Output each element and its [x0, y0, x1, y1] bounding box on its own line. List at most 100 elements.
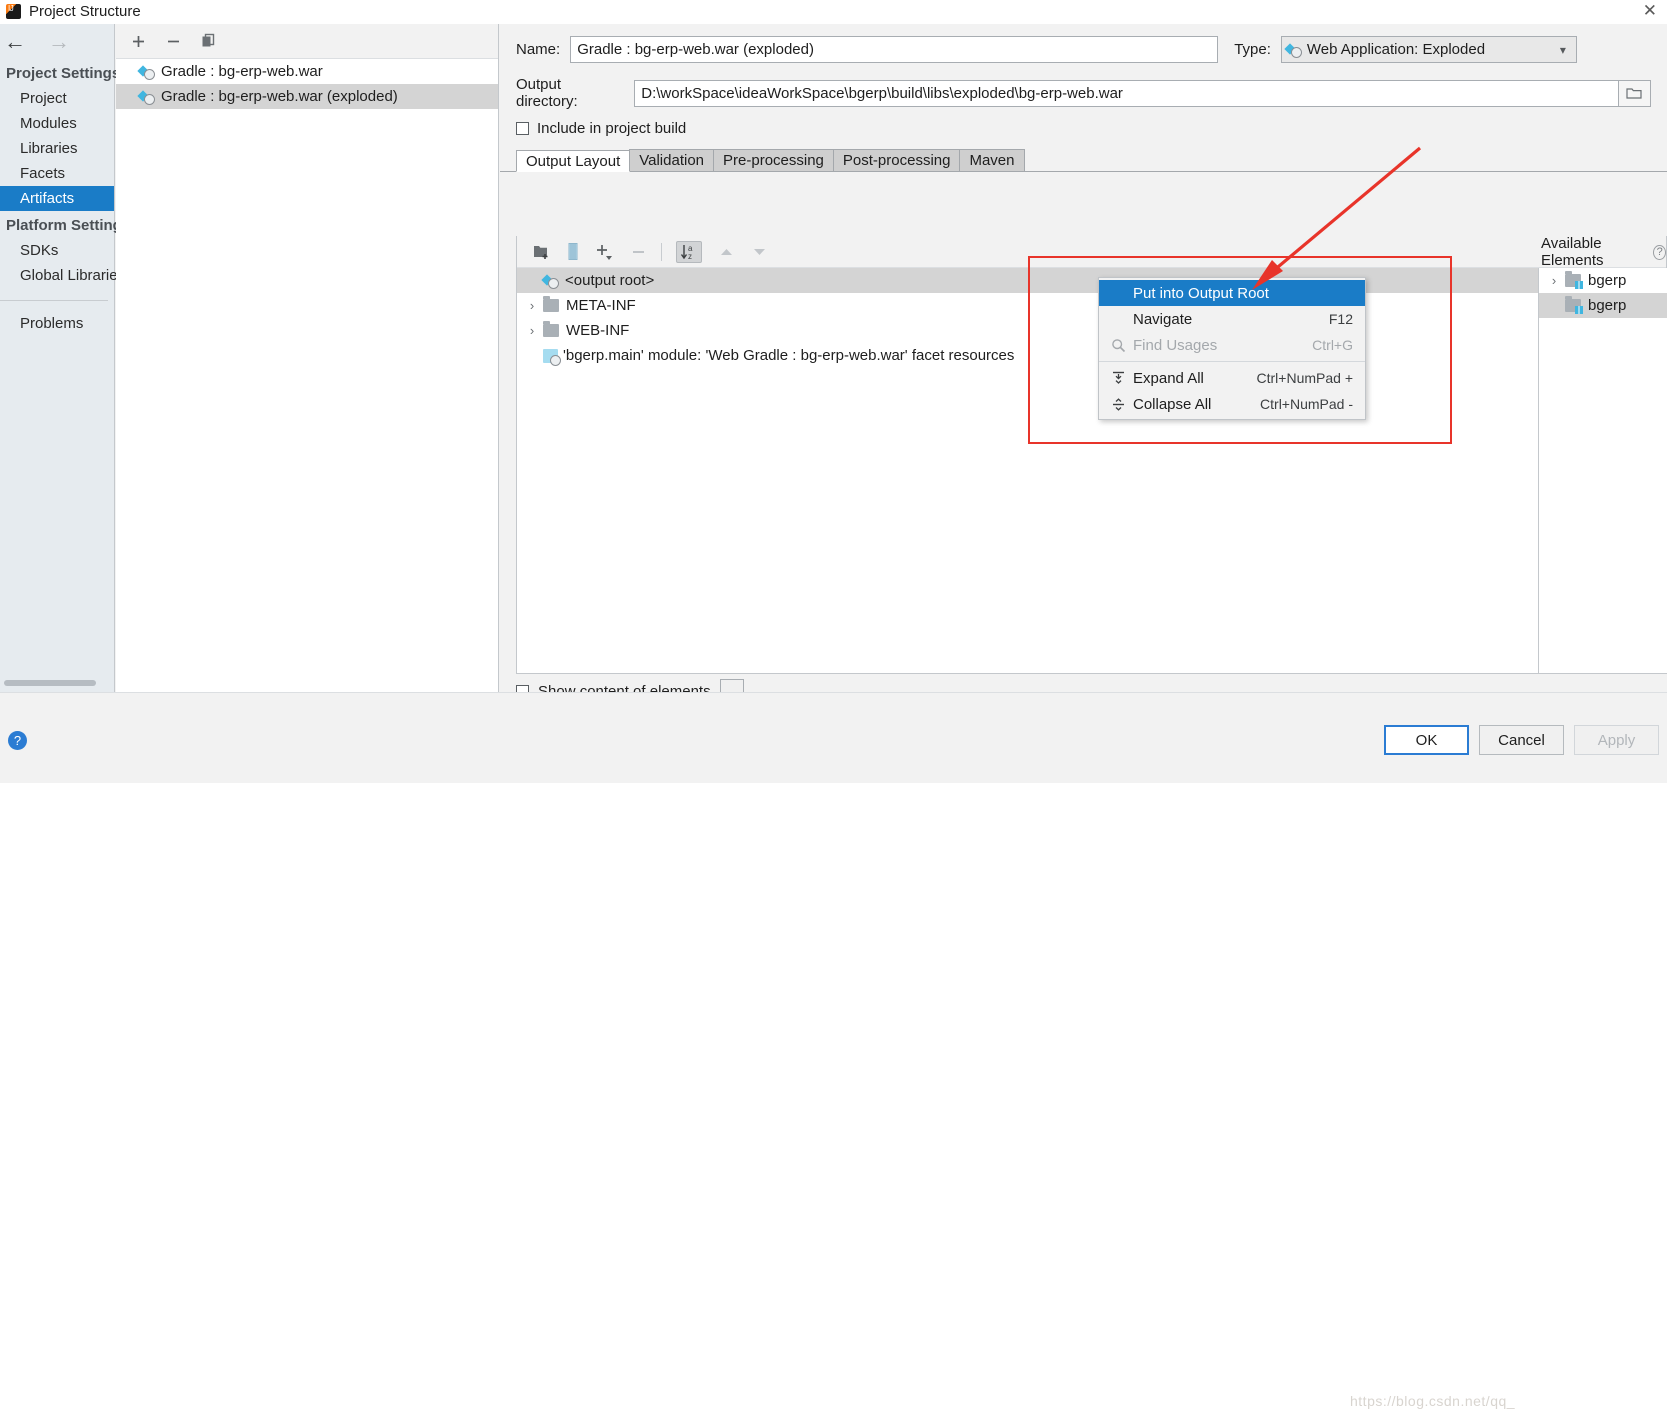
project-structure-dialog: ← → Project Settings Project Modules Lib…: [0, 24, 1667, 1409]
tab-post-processing[interactable]: Post-processing: [832, 149, 961, 171]
tree-row-label: <output root>: [565, 272, 655, 289]
tree-row-label: WEB-INF: [566, 322, 630, 339]
tree-row[interactable]: › bgerp: [1539, 268, 1667, 293]
toolbar-divider: [661, 242, 662, 261]
sidebar-item-problems[interactable]: Problems: [0, 311, 114, 336]
search-icon: [1107, 338, 1129, 353]
list-item[interactable]: Gradle : bg-erp-web.war (exploded): [116, 84, 498, 109]
sidebar-item-project[interactable]: Project: [0, 86, 114, 111]
apply-button[interactable]: Apply: [1574, 725, 1659, 755]
tree-row[interactable]: <output root>: [517, 268, 1538, 293]
menu-item-expand-all[interactable]: Expand All Ctrl+NumPad +: [1099, 365, 1365, 391]
sidebar-item-libraries[interactable]: Libraries: [0, 136, 114, 161]
tab-pre-processing[interactable]: Pre-processing: [713, 149, 834, 171]
tree-row-label: 'bgerp.main' module: 'Web Gradle : bg-er…: [563, 347, 1015, 364]
tree-row[interactable]: › WEB-INF: [517, 318, 1538, 343]
include-in-build-row[interactable]: Include in project build: [500, 120, 1667, 137]
list-item[interactable]: Gradle : bg-erp-web.war: [116, 59, 498, 84]
output-root-tree: <output root> › META-INF › WEB-INF 'bger…: [517, 268, 1539, 673]
watermark-text: https://blog.csdn.net/qq_: [1350, 1393, 1516, 1409]
expand-all-icon: [1107, 371, 1129, 386]
ok-button[interactable]: OK: [1384, 725, 1469, 755]
copy-artifact-button[interactable]: [200, 33, 217, 50]
window-title: Project Structure: [29, 3, 141, 20]
folder-browse-icon[interactable]: [1618, 79, 1651, 107]
plus-dropdown-icon[interactable]: [595, 242, 615, 261]
new-folder-icon[interactable]: [533, 244, 551, 260]
sidebar-group-platform-settings: Platform Settings: [6, 217, 131, 234]
chevron-down-icon: ▾: [1559, 42, 1566, 57]
available-elements-header: Available Elements ?: [1541, 235, 1666, 269]
minus-icon[interactable]: [631, 244, 647, 260]
chevron-right-icon[interactable]: ›: [521, 298, 543, 313]
close-icon[interactable]: ✕: [1643, 2, 1657, 20]
sidebar-divider: [0, 300, 108, 301]
sort-az-icon[interactable]: a z: [676, 240, 702, 263]
tree-row[interactable]: 'bgerp.main' module: 'Web Gradle : bg-er…: [517, 343, 1538, 368]
menu-item-label: Put into Output Root: [1133, 284, 1269, 302]
name-field-row: Name: Gradle : bg-erp-web.war (exploded)…: [500, 36, 1667, 63]
intellij-idea-logo-icon: [6, 4, 21, 19]
tree-row-label: bgerp: [1588, 297, 1627, 314]
folder-icon: [543, 296, 559, 312]
dialog-action-buttons: OK Cancel Apply: [1384, 725, 1659, 755]
available-elements-context-menu: Put into Output Root Navigate F12 Find U…: [1098, 277, 1366, 420]
artifact-type-select[interactable]: Web Application: Exploded ▾: [1280, 36, 1577, 63]
tab-maven[interactable]: Maven: [959, 149, 1025, 171]
artifact-label: Gradle : bg-erp-web.war (exploded): [161, 88, 398, 105]
module-folder-icon: [1565, 296, 1583, 314]
arrow-up-icon[interactable]: [718, 245, 735, 259]
svg-text:z: z: [688, 252, 692, 261]
menu-divider: [1099, 361, 1365, 362]
window-title-bar: Project Structure ✕: [0, 0, 1667, 24]
tree-row-label: META-INF: [566, 297, 636, 314]
artifact-editor: Name: Gradle : bg-erp-web.war (exploded)…: [500, 24, 1667, 703]
sidebar-item-sdks[interactable]: SDKs: [0, 238, 114, 263]
menu-item-put-into-output-root[interactable]: Put into Output Root: [1099, 280, 1365, 306]
menu-item-shortcut: Ctrl+NumPad +: [1256, 370, 1353, 386]
tree-row[interactable]: bgerp: [1539, 293, 1667, 318]
tab-validation[interactable]: Validation: [629, 149, 715, 171]
menu-item-label: Expand All: [1133, 369, 1204, 387]
sidebar-item-global-libraries[interactable]: Global Libraries: [0, 263, 125, 288]
menu-item-navigate[interactable]: Navigate F12: [1099, 306, 1365, 332]
menu-item-collapse-all[interactable]: Collapse All Ctrl+NumPad -: [1099, 391, 1365, 417]
sidebar-item-facets[interactable]: Facets: [0, 161, 114, 186]
help-icon[interactable]: ?: [1653, 244, 1666, 260]
name-input[interactable]: Gradle : bg-erp-web.war (exploded): [570, 36, 1219, 63]
chevron-right-icon[interactable]: ›: [521, 323, 543, 338]
tab-output-layout[interactable]: Output Layout: [516, 150, 631, 172]
sidebar-group-project-settings: Project Settings: [6, 65, 121, 82]
gradle-artifact-icon: [139, 64, 155, 80]
archive-icon[interactable]: [567, 243, 579, 260]
help-button[interactable]: ?: [8, 731, 27, 750]
type-label: Type:: [1234, 41, 1271, 58]
facet-resources-icon: [543, 348, 561, 366]
module-folder-icon: [1565, 271, 1583, 289]
artifact-list-panel: Gradle : bg-erp-web.war Gradle : bg-erp-…: [116, 24, 499, 692]
cancel-button[interactable]: Cancel: [1479, 725, 1564, 755]
arrow-right-icon[interactable]: →: [48, 30, 70, 53]
chevron-right-icon[interactable]: ›: [1543, 273, 1565, 288]
remove-artifact-button[interactable]: [165, 33, 182, 50]
menu-item-shortcut: F12: [1328, 311, 1353, 327]
sidebar-item-modules[interactable]: Modules: [0, 111, 114, 136]
panes-split: <output root> › META-INF › WEB-INF 'bger…: [517, 268, 1667, 673]
menu-item-find-usages[interactable]: Find Usages Ctrl+G: [1099, 332, 1365, 358]
web-application-icon: [1286, 42, 1302, 58]
tree-row[interactable]: › META-INF: [517, 293, 1538, 318]
menu-item-shortcut: Ctrl+NumPad -: [1260, 396, 1353, 412]
arrow-left-icon[interactable]: ←: [4, 30, 26, 53]
folder-icon: [543, 321, 559, 337]
output-directory-input[interactable]: D:\workSpace\ideaWorkSpace\bgerp\build\l…: [634, 79, 1619, 107]
arrow-down-icon[interactable]: [751, 245, 768, 259]
sidebar-horizontal-scrollbar[interactable]: [4, 680, 96, 686]
available-elements-title: Available Elements: [1541, 235, 1604, 269]
menu-item-label: Find Usages: [1133, 336, 1218, 354]
include-in-build-checkbox[interactable]: [516, 122, 529, 135]
add-artifact-button[interactable]: [130, 33, 147, 50]
output-directory-row: Output directory: D:\workSpace\ideaWorkS…: [500, 76, 1667, 110]
tree-row-label: bgerp: [1588, 272, 1627, 289]
sidebar-item-artifacts[interactable]: Artifacts: [0, 186, 114, 211]
gradle-artifact-icon: [139, 89, 155, 105]
